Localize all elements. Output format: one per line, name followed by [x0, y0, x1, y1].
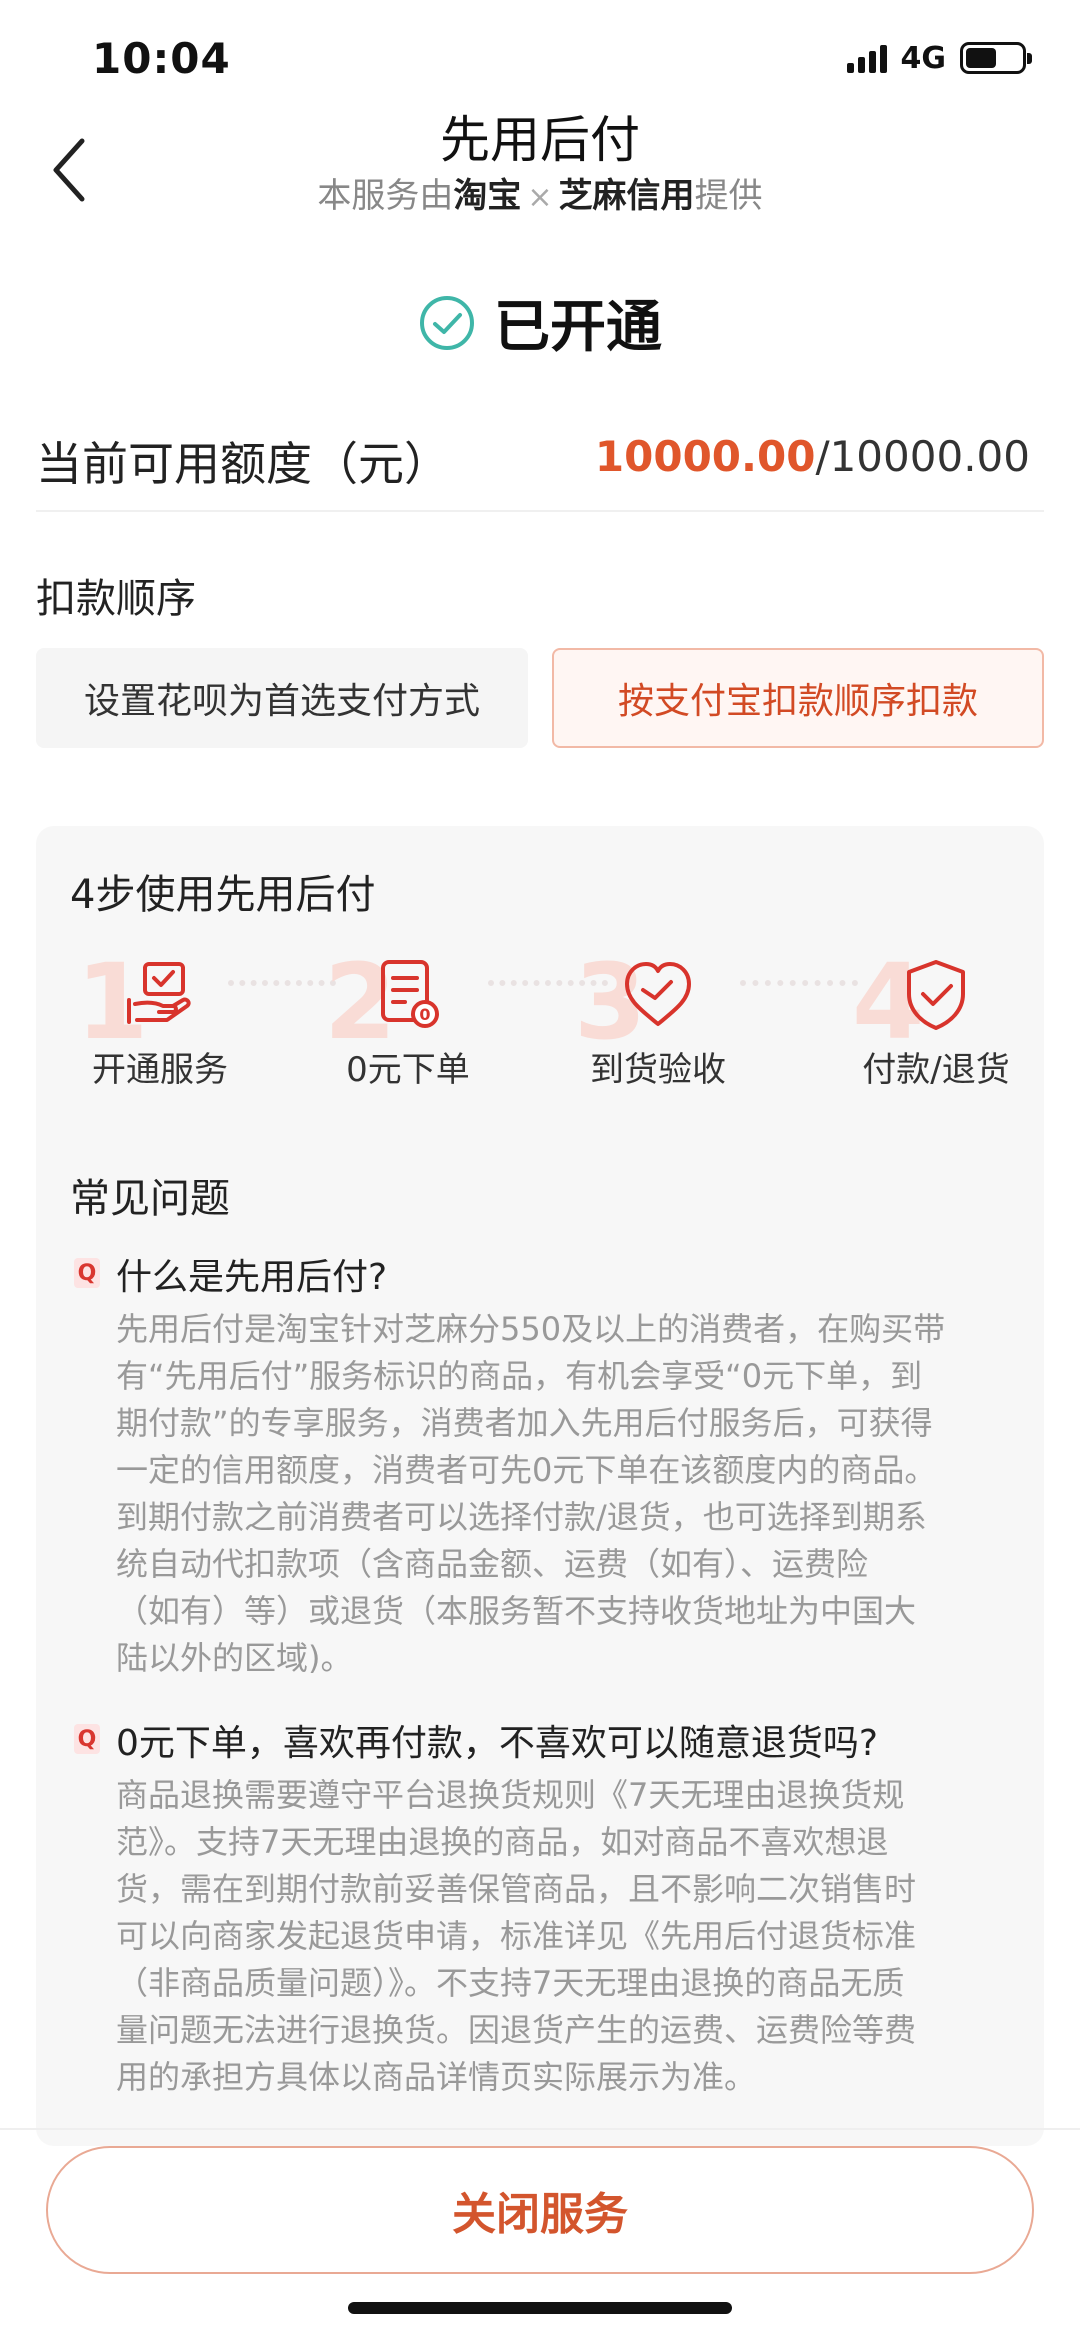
answer-line: 一定的信用额度，消费者可先0元下单在该额度内的商品。	[116, 1451, 937, 1489]
network-type: 4G	[900, 40, 947, 76]
answer-line: 期付款”的专享服务，消费者加入先用后付服务后，可获得	[116, 1404, 933, 1442]
step-label: 付款/退货	[862, 1050, 1010, 1090]
subtitle-prefix: 本服务由	[317, 176, 454, 216]
answer-line: （如有）等）或退货（本服务暂不支持收货地址为中国大	[116, 1592, 917, 1630]
credit-total: /10000.00	[815, 432, 1030, 481]
answer-line: 先用后付是淘宝针对芝麻分550及以上的消费者，在购买带	[116, 1310, 946, 1348]
answer-line: 范》。支持7天无理由退换的商品，如对商品不喜欢想退	[116, 1823, 889, 1861]
step-4: 4 付款/退货	[836, 950, 1036, 1110]
close-service-button[interactable]: 关闭服务	[46, 2146, 1034, 2274]
signal-icon	[846, 43, 887, 73]
answer-line: 商品退换需要遵守平台退换货规则《7天无理由退换货规	[116, 1776, 905, 1814]
shield-check-icon	[907, 960, 965, 1030]
answer-line: 可以向商家发起退货申请，标准详见《先用后付退货标准	[116, 1917, 917, 1955]
option-huabei-first[interactable]: 设置花呗为首选支付方式	[36, 648, 528, 748]
deduct-order-title: 扣款顺序	[36, 576, 196, 622]
credit-amount: 10000.00/10000.00	[595, 432, 1030, 481]
step-1: 1 开通服务	[60, 950, 260, 1110]
partner-taobao: 淘宝	[453, 176, 522, 216]
faq-answer-1: 先用后付是淘宝针对芝麻分550及以上的消费者，在购买带 有“先用后付”服务标识的…	[116, 1306, 1006, 1682]
step-label: 到货验收	[590, 1050, 726, 1090]
answer-line: 货，需在到期付款前妥善保管商品，且不影响二次销售时	[116, 1870, 917, 1908]
faq-question-2: 0元下单，喜欢再付款，不喜欢可以随意退货吗?	[116, 1723, 879, 1764]
svg-text:0: 0	[419, 1005, 430, 1024]
status-text: 已开通	[494, 295, 662, 360]
subtitle-suffix: 提供	[694, 176, 763, 216]
answer-line: 量问题无法进行退换货。因退货产生的运费、运费险等费	[116, 2011, 917, 2049]
answer-line: 到期付款之前消费者可以选择付款/退货，也可选择到期系	[116, 1498, 927, 1536]
divider	[36, 510, 1044, 512]
step-label: 0元下单	[346, 1050, 470, 1090]
page-title: 先用后付	[440, 111, 640, 169]
option-alipay-order[interactable]: 按支付宝扣款顺序扣款	[552, 648, 1044, 748]
credit-label: 当前可用额度（元）	[36, 437, 450, 491]
heart-check-icon	[625, 962, 691, 1026]
steps-title: 4步使用先用后付	[70, 872, 376, 918]
step-2: 2 0 0元下单	[308, 950, 508, 1110]
page-subtitle: 本服务由淘宝 × 芝麻信用提供	[0, 168, 1080, 217]
question-badge: Q	[74, 1724, 100, 1754]
footer-divider	[0, 2128, 1080, 2130]
answer-line: （非商品质量问题）》。不支持7天无理由退换的商品无质	[116, 1964, 905, 2002]
answer-line: 用的承担方具体以商品详情页实际展示为准。	[116, 2058, 757, 2096]
credit-current: 10000.00	[594, 432, 816, 481]
step-label: 开通服务	[92, 1050, 228, 1090]
status-indicators: 4G	[846, 38, 1032, 78]
step-3: 3 到货验收	[558, 950, 758, 1110]
question-badge: Q	[74, 1258, 100, 1288]
answer-line: 有“先用后付”服务标识的商品，有机会享受“0元下单，到	[116, 1357, 923, 1395]
faq-answer-2: 商品退换需要遵守平台退换货规则《7天无理由退换货规 范》。支持7天无理由退换的商…	[116, 1772, 1006, 2101]
answer-line: 统自动代扣款项（含商品金额、运费（如有）、运费险	[116, 1545, 869, 1583]
order-receipt-icon: 0	[381, 960, 439, 1028]
battery-icon	[960, 42, 1032, 74]
hand-card-icon	[127, 962, 191, 1024]
answer-line: 陆以外的区域)。	[116, 1639, 353, 1677]
faq-question-1: 什么是先用后付?	[116, 1257, 388, 1298]
faq-title: 常见问题	[70, 1176, 230, 1222]
status-time: 10:04	[92, 34, 231, 83]
times-sign: ×	[527, 180, 553, 215]
partner-zhima: 芝麻信用	[558, 176, 695, 216]
check-circle-icon	[420, 295, 474, 350]
service-status: 已开通	[0, 282, 1080, 363]
home-indicator	[348, 2302, 732, 2314]
